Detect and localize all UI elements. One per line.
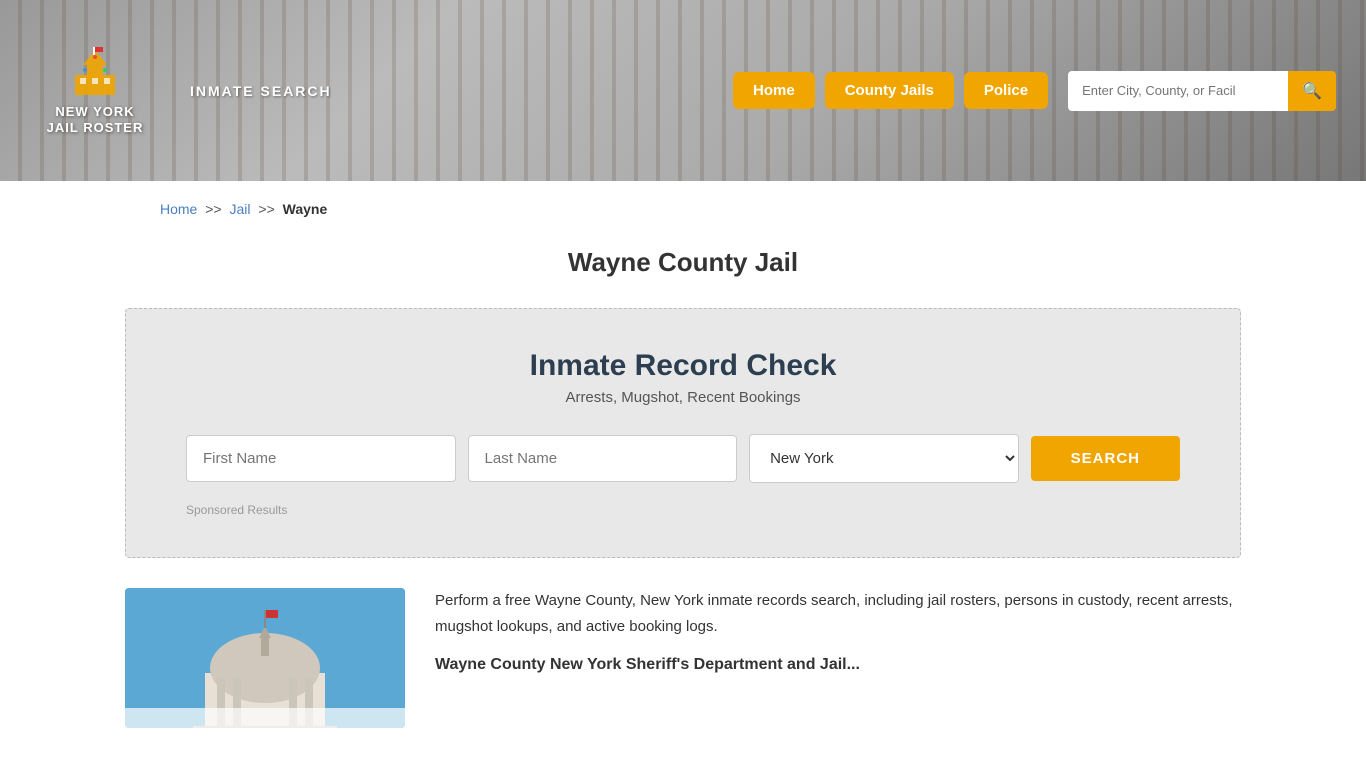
content-next-heading: Wayne County New York Sheriff's Departme… [435, 651, 1241, 678]
logo-icon [65, 45, 125, 100]
nav-police-button[interactable]: Police [964, 72, 1048, 109]
breadcrumb-jail-link[interactable]: Jail [230, 201, 251, 217]
capitol-svg [125, 588, 405, 728]
content-description: Perform a free Wayne County, New York in… [435, 588, 1241, 639]
nav-links: Home County Jails Police 🔍 [733, 71, 1336, 111]
page-title: Wayne County Jail [0, 247, 1366, 278]
inmate-search-label: INMATE SEARCH [190, 83, 332, 99]
header-search-button[interactable]: 🔍 [1288, 71, 1336, 111]
search-fields: AlabamaAlaskaArizonaArkansasCaliforniaCo… [186, 434, 1180, 483]
nav-home-button[interactable]: Home [733, 72, 815, 109]
content-area: Perform a free Wayne County, New York in… [125, 588, 1241, 728]
nav-county-jails-button[interactable]: County Jails [825, 72, 954, 109]
logo-area: NEW YORK JAIL ROSTER [30, 45, 160, 135]
content-image [125, 588, 405, 728]
breadcrumb: Home >> Jail >> Wayne [0, 181, 1366, 237]
search-panel-subtitle: Arrests, Mugshot, Recent Bookings [186, 389, 1180, 406]
content-text: Perform a free Wayne County, New York in… [435, 588, 1241, 728]
breadcrumb-sep1: >> [205, 201, 221, 217]
search-button[interactable]: SEARCH [1031, 436, 1180, 481]
search-panel-title: Inmate Record Check [186, 349, 1180, 383]
header-search-input[interactable] [1068, 71, 1288, 111]
last-name-input[interactable] [468, 435, 738, 482]
breadcrumb-sep2: >> [258, 201, 274, 217]
breadcrumb-home-link[interactable]: Home [160, 201, 197, 217]
logo-text: NEW YORK JAIL ROSTER [47, 104, 144, 135]
header-search-bar: 🔍 [1068, 71, 1336, 111]
site-header: NEW YORK JAIL ROSTER INMATE SEARCH Home … [0, 0, 1366, 181]
sponsored-results-label: Sponsored Results [186, 503, 1180, 517]
first-name-input[interactable] [186, 435, 456, 482]
breadcrumb-current: Wayne [283, 201, 328, 217]
search-panel: Inmate Record Check Arrests, Mugshot, Re… [125, 308, 1241, 558]
state-select[interactable]: AlabamaAlaskaArizonaArkansasCaliforniaCo… [749, 434, 1019, 483]
